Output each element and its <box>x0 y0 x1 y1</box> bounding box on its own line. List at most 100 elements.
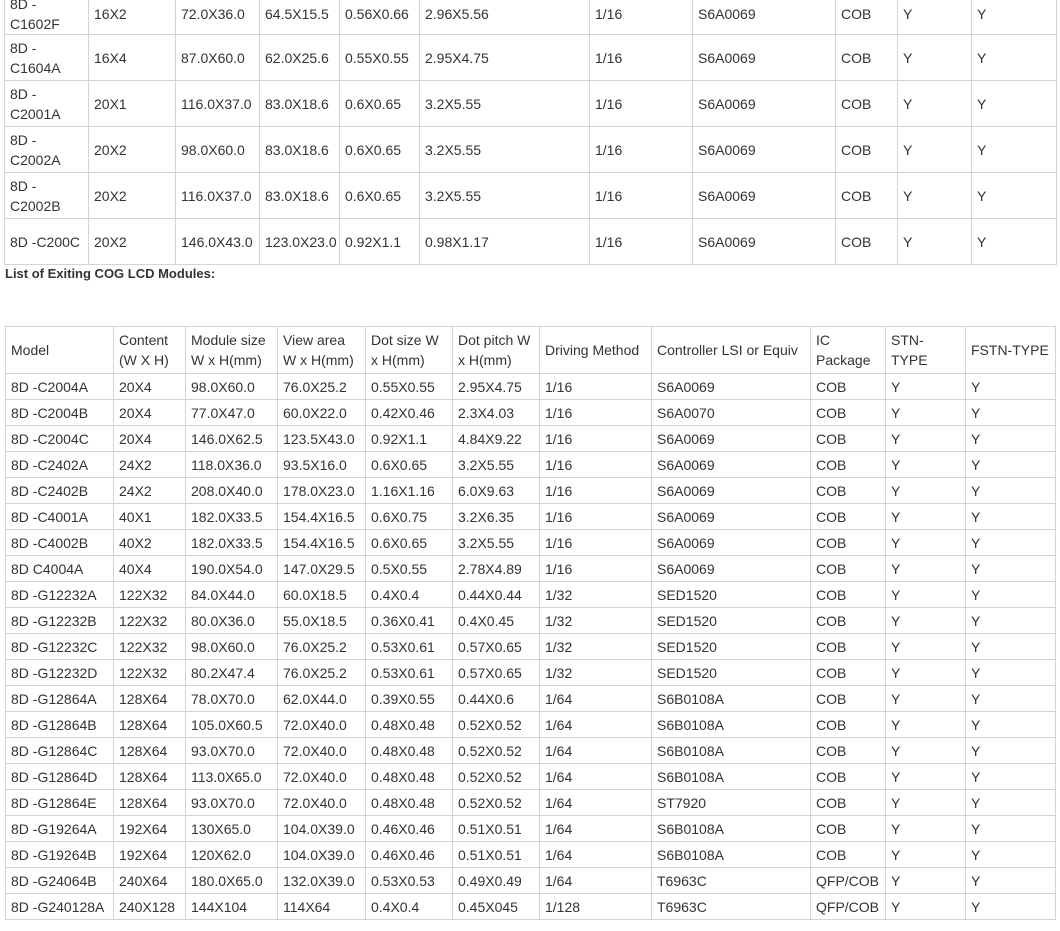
cell-dot-size: 0.56X0.66 <box>339 0 420 35</box>
cell-dot-size: 0.4X0.4 <box>365 893 453 920</box>
cell-stn-type: Y <box>885 633 966 660</box>
cell-stn-type: Y <box>885 711 966 738</box>
table-header-row: Model Content (W X H) Module size W x H(mm… <box>5 326 1056 374</box>
cell-dot-size: 0.48X0.48 <box>365 711 453 738</box>
cell-driving-method: 1/32 <box>539 633 652 660</box>
cell-stn-type: Y <box>885 685 966 712</box>
cell-driving-method: 1/64 <box>539 841 652 868</box>
cell-controller: S6A0069 <box>651 451 811 478</box>
cell-ic-package: COB <box>810 607 886 634</box>
cell-module-size: 116.0X37.0 <box>175 172 260 219</box>
cell-driving-method: 1/64 <box>539 867 652 894</box>
cell-view-area: 83.0X18.6 <box>259 172 340 219</box>
cell-fstn-type: Y <box>965 633 1056 660</box>
cell-content: 122X32 <box>113 607 186 634</box>
cell-view-area: 76.0X25.2 <box>277 373 366 400</box>
cell-fstn-type: Y <box>965 555 1056 582</box>
cell-dot-pitch: 0.44X0.44 <box>452 581 540 608</box>
cell-content: 20X4 <box>113 425 186 452</box>
cell-ic-package: COB <box>835 34 898 81</box>
cell-fstn-type: Y <box>965 399 1056 426</box>
table-row: 8D -G19264B 192X64 120X62.0 104.0X39.0 0.46X… <box>5 841 1056 868</box>
cell-dot-size: 1.16X1.16 <box>365 477 453 504</box>
cell-controller: S6B0108A <box>651 685 811 712</box>
cell-model: 8D -G12864B <box>5 711 114 738</box>
cell-driving-method: 1/16 <box>589 126 693 173</box>
cell-driving-method: 1/16 <box>539 555 652 582</box>
cell-content: 122X32 <box>113 633 186 660</box>
cell-driving-method: 1/16 <box>589 34 693 81</box>
cell-controller: S6A0069 <box>692 34 836 81</box>
cell-dot-pitch: 2.3X4.03 <box>452 399 540 426</box>
cell-module-size: 182.0X33.5 <box>185 503 278 530</box>
cell-ic-package: COB <box>810 581 886 608</box>
cell-driving-method: 1/16 <box>539 373 652 400</box>
cell-controller: SED1520 <box>651 659 811 686</box>
table-row: 8D -G19264A 192X64 130X65.0 104.0X39.0 0.46X… <box>5 815 1056 842</box>
cell-model: 8D -C200C <box>4 218 89 265</box>
cell-stn-type: Y <box>885 425 966 452</box>
cell-driving-method: 1/64 <box>539 685 652 712</box>
header-ic-package: IC Package <box>810 326 886 374</box>
cell-driving-method: 1/64 <box>539 763 652 790</box>
cell-driving-method: 1/64 <box>539 711 652 738</box>
cell-module-size: 190.0X54.0 <box>185 555 278 582</box>
cell-content: 16X4 <box>88 34 176 81</box>
cell-ic-package: COB <box>810 659 886 686</box>
table-row: 8D -C2004C 20X4 146.0X62.5 123.5X43.0 0.92X1… <box>5 425 1056 452</box>
cell-fstn-type: Y <box>971 80 1057 127</box>
cell-stn-type: Y <box>897 34 972 81</box>
cell-ic-package: COB <box>810 763 886 790</box>
cell-view-area: 123.0X23.0 <box>259 218 340 265</box>
cell-model: 8D -C2004B <box>5 399 114 426</box>
cell-dot-size: 0.42X0.46 <box>365 399 453 426</box>
cell-view-area: 93.5X16.0 <box>277 451 366 478</box>
cell-model: 8D C4004A <box>5 555 114 582</box>
cell-ic-package: COB <box>810 399 886 426</box>
cell-dot-size: 0.48X0.48 <box>365 737 453 764</box>
cell-view-area: 114X64 <box>277 893 366 920</box>
cell-ic-package: COB <box>810 789 886 816</box>
cell-model: 8D -C2002B <box>4 172 89 219</box>
cog-lcd-modules-table: Model Content (W X H) Module size W x H(mm… <box>5 326 1056 920</box>
cell-ic-package: COB <box>835 218 898 265</box>
cell-module-size: 98.0X60.0 <box>185 633 278 660</box>
cell-module-size: 130X65.0 <box>185 815 278 842</box>
cell-dot-pitch: 0.52X0.52 <box>452 763 540 790</box>
cell-content: 40X2 <box>113 529 186 556</box>
cell-content: 20X2 <box>88 218 176 265</box>
cell-view-area: 55.0X18.5 <box>277 607 366 634</box>
cell-driving-method: 1/64 <box>539 789 652 816</box>
cell-dot-pitch: 0.57X0.65 <box>452 659 540 686</box>
cell-controller: S6A0069 <box>651 503 811 530</box>
cell-model: 8D -C1604A <box>4 34 89 81</box>
cell-module-size: 180.0X65.0 <box>185 867 278 894</box>
cell-model: 8D -C2402A <box>5 451 114 478</box>
cell-ic-package: COB <box>835 126 898 173</box>
table-row: 8D -C2402B 24X2 208.0X40.0 178.0X23.0 1.16X1… <box>5 477 1056 504</box>
cell-controller: T6963C <box>651 893 811 920</box>
cell-module-size: 98.0X60.0 <box>185 373 278 400</box>
cell-stn-type: Y <box>885 529 966 556</box>
cell-controller: S6A0069 <box>651 373 811 400</box>
cell-dot-pitch: 3.2X5.55 <box>419 80 590 127</box>
cell-module-size: 93.0X70.0 <box>185 737 278 764</box>
cell-content: 20X2 <box>88 172 176 219</box>
cell-dot-size: 0.53X0.61 <box>365 659 453 686</box>
table-row: 8D -C4001A 40X1 182.0X33.5 154.4X16.5 0.6X0.… <box>5 503 1056 530</box>
cell-fstn-type: Y <box>971 0 1057 35</box>
cell-driving-method: 1/16 <box>539 451 652 478</box>
cell-ic-package: QFP/COB <box>810 893 886 920</box>
cell-model: 8D -G12232B <box>5 607 114 634</box>
cell-dot-size: 0.92X1.1 <box>365 425 453 452</box>
cell-model: 8D -C1602F <box>4 0 89 35</box>
cell-controller: S6A0069 <box>651 555 811 582</box>
cell-model: 8D -G240128A <box>5 893 114 920</box>
cell-dot-size: 0.48X0.48 <box>365 789 453 816</box>
cell-driving-method: 1/16 <box>589 80 693 127</box>
table-row: 8D -C2002A 20X2 98.0X60.0 83.0X18.6 0.6X0.65… <box>4 126 1057 173</box>
cell-controller: S6B0108A <box>651 763 811 790</box>
cell-ic-package: COB <box>810 841 886 868</box>
cell-dot-size: 0.53X0.53 <box>365 867 453 894</box>
cell-ic-package: COB <box>810 425 886 452</box>
